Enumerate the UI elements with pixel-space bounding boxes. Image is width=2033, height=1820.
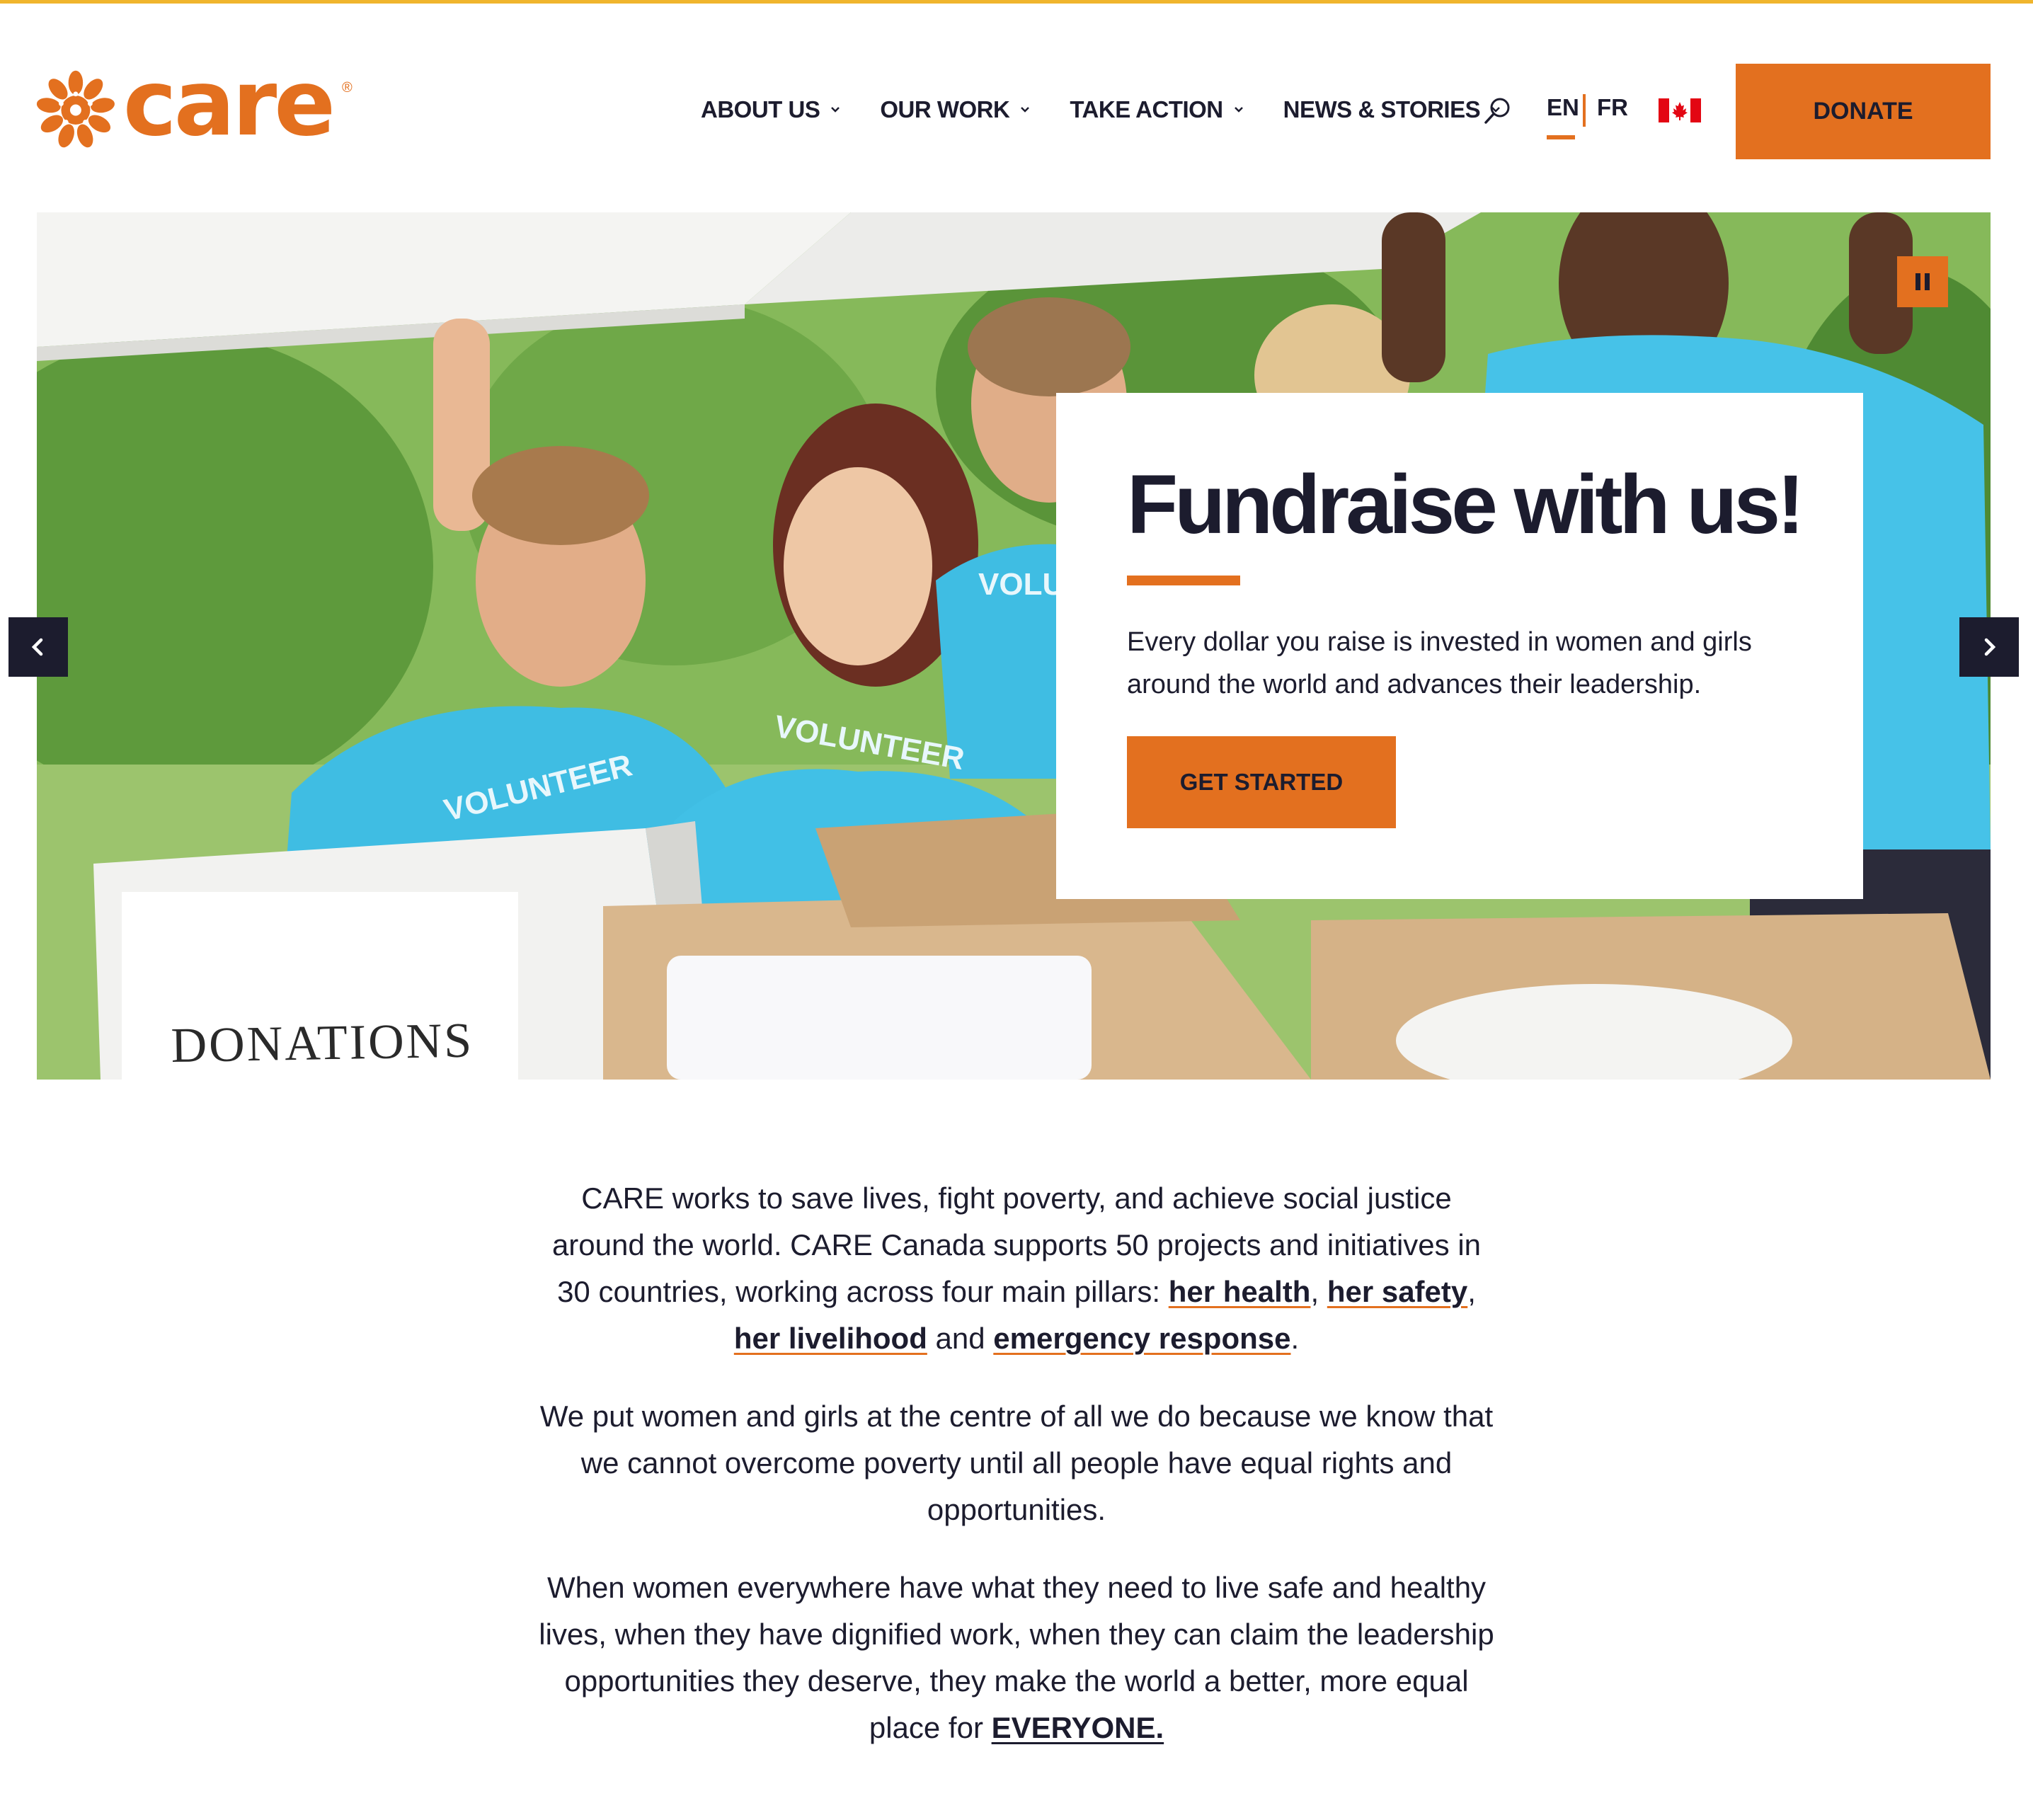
registered-mark: ® [342, 80, 353, 96]
carousel-prev-button[interactable] [8, 617, 68, 677]
pause-icon [1915, 273, 1920, 290]
chevron-left-icon [31, 638, 43, 656]
nav-item-our-work[interactable]: OUR WORK [880, 96, 1031, 123]
link-her-health[interactable]: her health [1169, 1275, 1311, 1308]
donate-button[interactable]: DONATE [1736, 64, 1991, 159]
language-en[interactable]: EN [1547, 94, 1579, 121]
get-started-button[interactable]: GET STARTED [1127, 736, 1396, 828]
site-header: care ® ABOUT US OUR WORK TAKE ACTION NEW… [0, 4, 2033, 209]
pause-icon [1925, 273, 1930, 290]
nav-item-news-stories[interactable]: NEWS & STORIES [1283, 96, 1501, 123]
pause-button[interactable] [1897, 256, 1948, 307]
language-divider [1583, 94, 1586, 127]
canada-flag-icon[interactable] [1659, 98, 1701, 122]
link-emergency-response[interactable]: emergency response [993, 1322, 1290, 1355]
main-nav: ABOUT US OUR WORK TAKE ACTION NEWS & STO… [701, 88, 1540, 131]
nav-item-label: NEWS & STORIES [1283, 96, 1481, 122]
hero-title: Fundraise with us! [1127, 458, 1804, 551]
chevron-down-icon [1021, 107, 1030, 113]
comma: , [1467, 1275, 1476, 1308]
title-underline [1127, 576, 1240, 585]
comma: , [1310, 1275, 1327, 1308]
hero-carousel: DONATIONS VOLUNTEER VOLUNTEER VOLU Fundr… [37, 212, 1991, 1080]
link-her-safety[interactable]: her safety [1327, 1275, 1467, 1308]
intro-paragraph-3: When women everywhere have what they nee… [538, 1564, 1495, 1751]
nav-item-label: OUR WORK [880, 96, 1010, 122]
language-fr[interactable]: FR [1597, 94, 1628, 121]
link-her-livelihood[interactable]: her livelihood [734, 1322, 927, 1355]
intro-content: CARE works to save lives, fight poverty,… [538, 1175, 1495, 1782]
nav-item-take-action[interactable]: TAKE ACTION [1070, 96, 1244, 123]
intro-paragraph-1: CARE works to save lives, fight poverty,… [538, 1175, 1495, 1362]
chevron-down-icon [1234, 107, 1243, 113]
link-everyone[interactable]: EVERYONE. [992, 1711, 1164, 1744]
nav-item-label: TAKE ACTION [1070, 96, 1223, 122]
donations-box-label: DONATIONS [171, 1014, 474, 1073]
care-logo-icon [36, 70, 115, 147]
nav-item-about-us[interactable]: ABOUT US [701, 96, 841, 123]
chevron-right-icon [1984, 638, 1996, 656]
period: . [1290, 1322, 1300, 1355]
active-language-indicator [1547, 135, 1575, 139]
conjunction: and [927, 1322, 994, 1355]
logo-wordmark: care [122, 51, 336, 156]
volunteer-shirt-label: VOLU [978, 567, 1065, 602]
search-icon[interactable] [1483, 96, 1513, 125]
care-logo[interactable]: care ® [35, 51, 353, 159]
hero-card: Fundraise with us! Every dollar you rais… [1056, 393, 1863, 899]
carousel-next-button[interactable] [1959, 617, 2019, 677]
nav-item-label: ABOUT US [701, 96, 820, 122]
hero-description: Every dollar you raise is invested in wo… [1127, 627, 1752, 699]
intro-paragraph-2: We put women and girls at the centre of … [539, 1400, 1494, 1526]
chevron-down-icon [831, 107, 840, 113]
